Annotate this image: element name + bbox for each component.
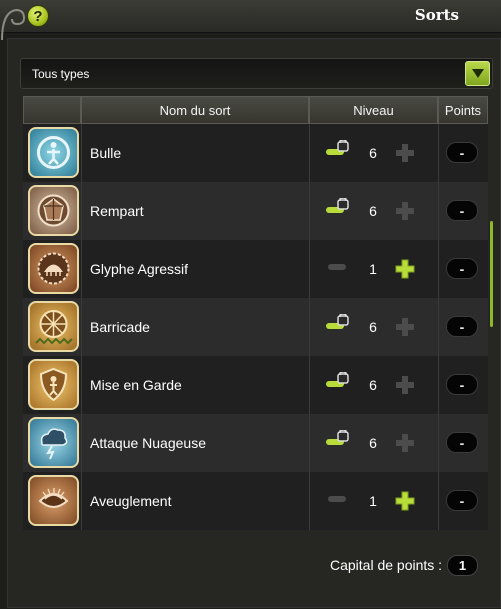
points-button[interactable]: -: [446, 200, 478, 221]
spell-level: 6: [369, 203, 377, 219]
dropdown-toggle-button[interactable]: [465, 61, 490, 86]
spell-name: Attaque Nuageuse: [90, 435, 206, 451]
spell-row[interactable]: Attaque Nuageuse 6 -: [23, 414, 488, 472]
header-name[interactable]: Nom du sort: [81, 96, 309, 124]
aggressive-glyph-icon[interactable]: [28, 243, 79, 294]
column-divider: [81, 298, 82, 356]
capital-points-value: 1: [447, 555, 478, 576]
bubble-shield-icon[interactable]: [28, 127, 79, 178]
table-header: Nom du sort Niveau Points: [23, 96, 488, 124]
column-divider: [438, 240, 439, 298]
column-divider: [309, 472, 310, 530]
points-button[interactable]: -: [446, 142, 478, 163]
column-divider: [309, 414, 310, 472]
spell-level: 1: [369, 493, 377, 509]
column-divider: [438, 356, 439, 414]
barricade-icon[interactable]: [28, 301, 79, 352]
locked-minus-icon: [326, 430, 349, 445]
column-divider: [81, 240, 82, 298]
spell-name: Rempart: [90, 203, 144, 219]
header-points[interactable]: Points: [438, 96, 488, 124]
points-button[interactable]: -: [446, 258, 478, 279]
locked-minus-icon: [326, 372, 349, 387]
header-level[interactable]: Niveau: [309, 96, 438, 124]
spell-row[interactable]: Glyphe Agressif 1 -: [23, 240, 488, 298]
spell-row[interactable]: Mise en Garde 6 -: [23, 356, 488, 414]
spell-row[interactable]: Bulle 6 -: [23, 124, 488, 182]
plus-icon[interactable]: [393, 257, 417, 281]
points-button[interactable]: -: [446, 374, 478, 395]
column-divider: [438, 472, 439, 530]
column-divider: [81, 124, 82, 182]
points-button[interactable]: -: [446, 490, 478, 511]
spell-name: Glyphe Agressif: [90, 261, 189, 277]
minus-disabled-icon[interactable]: [324, 488, 350, 510]
spell-level: 6: [369, 435, 377, 451]
title-bar: ? Sorts: [0, 0, 501, 40]
chevron-down-icon: [471, 69, 484, 78]
help-label: ?: [33, 7, 43, 25]
column-divider: [309, 182, 310, 240]
plus-disabled-icon[interactable]: [393, 431, 417, 455]
spell-level: 6: [369, 377, 377, 393]
spell-type-selected: Tous types: [32, 67, 90, 81]
minus-disabled-icon[interactable]: [324, 256, 350, 278]
spell-type-dropdown[interactable]: Tous types: [20, 58, 493, 89]
plus-icon[interactable]: [393, 489, 417, 513]
column-divider: [438, 414, 439, 472]
capital-points-label: Capital de points :: [330, 557, 443, 573]
column-divider: [309, 298, 310, 356]
header-icon-column: [23, 96, 81, 124]
spell-name: Aveuglement: [90, 493, 172, 509]
spell-row[interactable]: Rempart 6 -: [23, 182, 488, 240]
spell-level: 6: [369, 145, 377, 161]
column-divider: [81, 472, 82, 530]
points-label: -: [459, 492, 465, 509]
points-label: -: [459, 144, 465, 161]
spell-level: 6: [369, 319, 377, 335]
column-divider: [81, 182, 82, 240]
column-divider: [309, 124, 310, 182]
corner-ornament-icon: [1, 8, 26, 40]
column-divider: [81, 356, 82, 414]
column-divider: [81, 414, 82, 472]
points-label: -: [459, 376, 465, 393]
points-label: -: [459, 318, 465, 335]
plus-disabled-icon[interactable]: [393, 373, 417, 397]
window-title: Sorts: [414, 6, 459, 24]
spell-level: 1: [369, 261, 377, 277]
points-button[interactable]: -: [446, 432, 478, 453]
column-divider: [438, 124, 439, 182]
spell-name: Mise en Garde: [90, 377, 182, 393]
column-divider: [309, 240, 310, 298]
spell-row[interactable]: Aveuglement 1 -: [23, 472, 488, 530]
locked-minus-icon: [326, 314, 349, 329]
plus-disabled-icon[interactable]: [393, 199, 417, 223]
help-button[interactable]: ?: [27, 5, 49, 27]
guard-shield-icon[interactable]: [28, 359, 79, 410]
column-divider: [438, 182, 439, 240]
rampart-shield-icon[interactable]: [28, 185, 79, 236]
column-divider: [309, 356, 310, 414]
points-label: -: [459, 202, 465, 219]
spell-row[interactable]: Barricade 6 -: [23, 298, 488, 356]
spell-name: Bulle: [90, 145, 122, 161]
points-button[interactable]: -: [446, 316, 478, 337]
plus-disabled-icon[interactable]: [393, 315, 417, 339]
spell-name: Barricade: [90, 319, 150, 335]
points-label: -: [459, 434, 465, 451]
plus-disabled-icon[interactable]: [393, 141, 417, 165]
storm-cloud-icon[interactable]: [28, 417, 79, 468]
scrollbar-thumb[interactable]: [490, 221, 493, 327]
column-divider: [438, 298, 439, 356]
locked-minus-icon: [326, 140, 349, 155]
locked-minus-icon: [326, 198, 349, 213]
blinding-eye-icon[interactable]: [28, 475, 79, 526]
points-label: -: [459, 260, 465, 277]
